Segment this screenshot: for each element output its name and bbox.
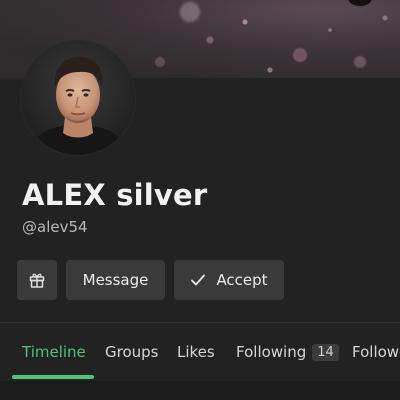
profile-photo-icon [21,41,135,155]
gift-icon [29,273,45,288]
avatar[interactable] [21,41,135,155]
profile-page: ALEX silver @alev54 Message Accept Timel… [0,0,400,400]
active-tab-indicator [12,375,94,379]
message-button[interactable]: Message [66,260,165,300]
tab-label: Followe [352,343,400,361]
content-area [0,381,400,400]
tab-label: Following [236,343,307,361]
tab-likes[interactable]: Likes [177,343,215,361]
tab-groups[interactable]: Groups [105,343,158,361]
tab-label: Likes [177,343,215,361]
cover-menu-dot[interactable] [348,0,372,6]
tab-timeline[interactable]: Timeline [22,343,86,361]
tab-following[interactable]: Following 14 [236,343,339,361]
profile-handle: @alev54 [22,218,88,236]
gift-button[interactable] [17,260,57,300]
message-button-label: Message [82,271,149,289]
accept-button[interactable]: Accept [174,260,284,300]
check-icon [190,273,206,287]
tab-label: Groups [105,343,159,361]
accept-button-label: Accept [216,271,268,289]
tab-label: Timeline [22,343,86,361]
following-count-badge: 14 [312,343,339,361]
tab-followers[interactable]: Followe [352,343,400,361]
profile-tabs: Timeline Groups Likes Following 14 Follo… [0,323,400,381]
profile-name: ALEX silver [22,178,208,212]
